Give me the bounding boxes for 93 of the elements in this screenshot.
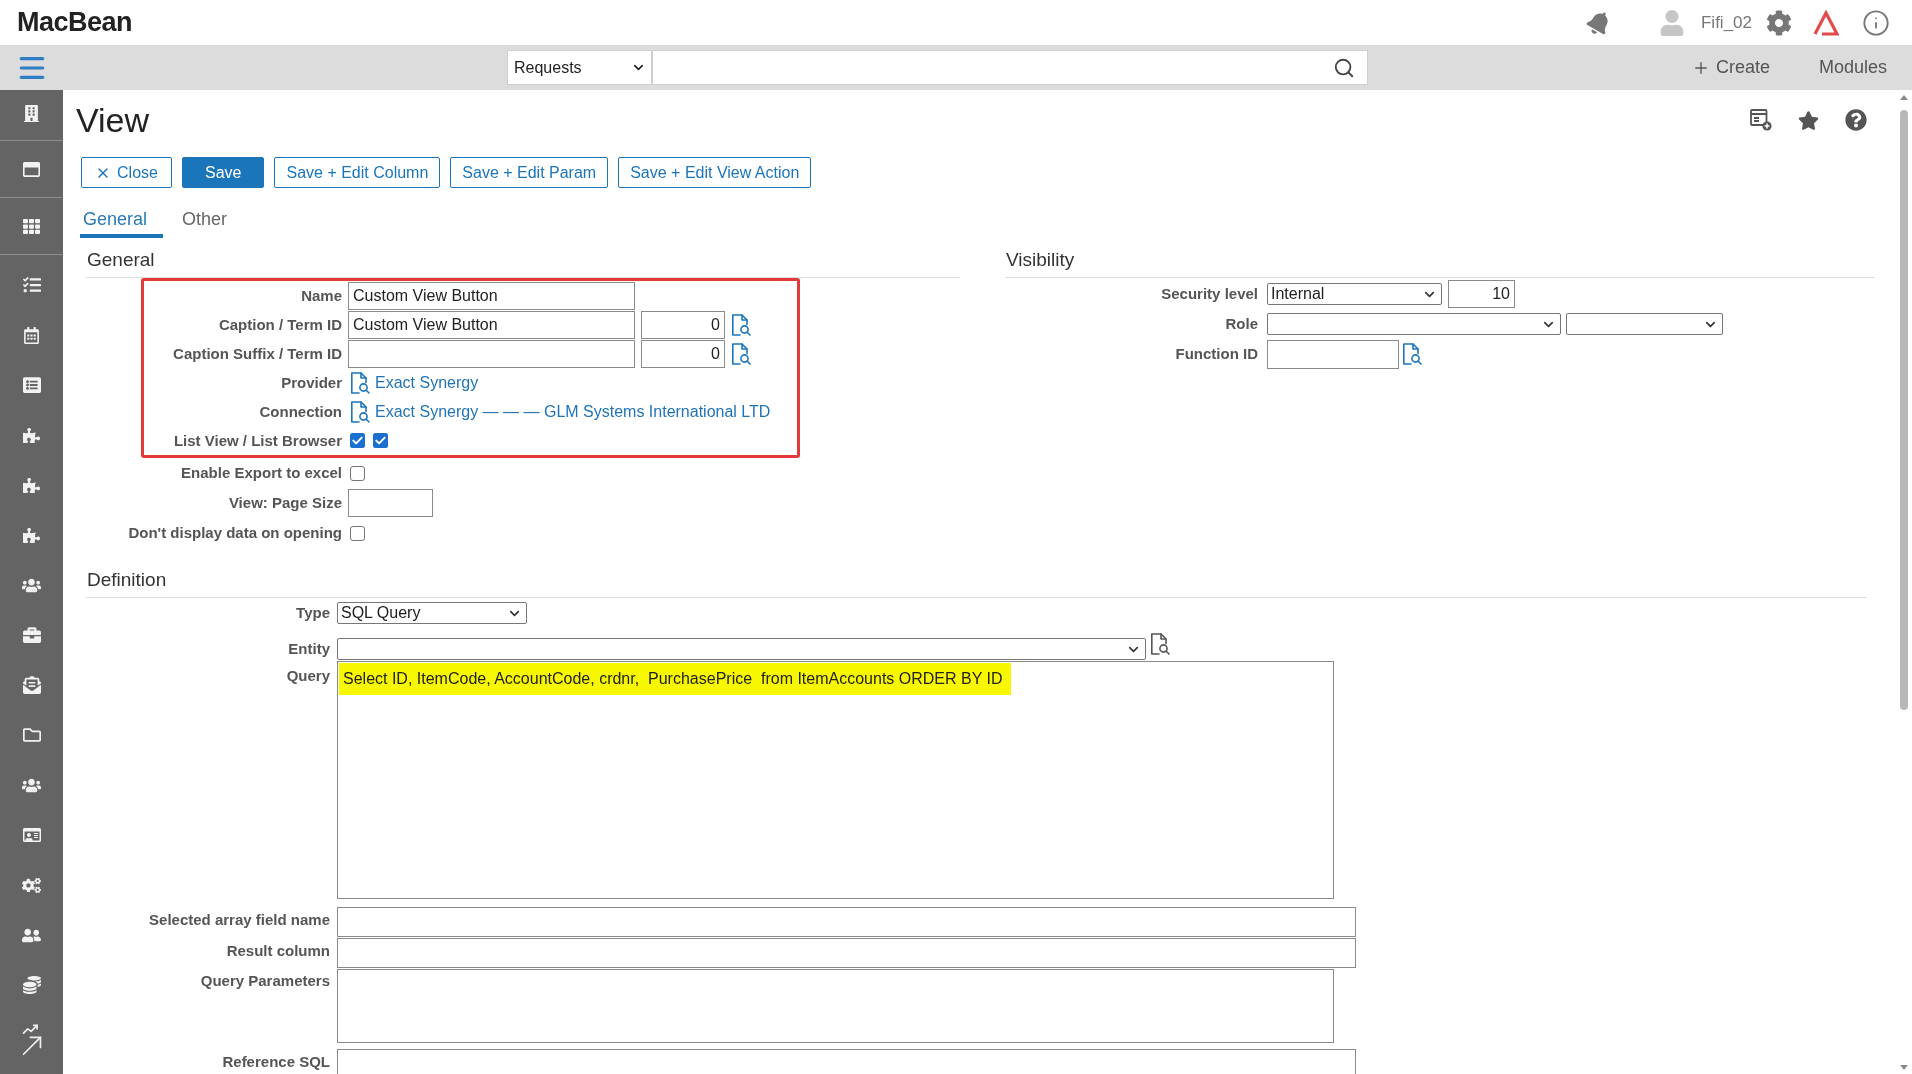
puzzle-icon[interactable] xyxy=(23,526,40,544)
field-label: Name xyxy=(301,286,342,305)
action-button[interactable]: Save + Edit Param xyxy=(450,157,609,188)
info-icon[interactable] xyxy=(1862,8,1890,37)
field-label: Connection xyxy=(259,402,342,421)
id-card-icon[interactable] xyxy=(22,826,41,844)
document-search-icon[interactable] xyxy=(731,342,751,365)
window-plus-icon[interactable] xyxy=(1750,109,1772,131)
field-label: Result column xyxy=(226,942,330,960)
field-label: List View / List Browser xyxy=(173,431,342,450)
create-link[interactable]: Create xyxy=(1691,54,1770,81)
search-icon[interactable] xyxy=(1333,56,1355,79)
user-name[interactable]: Fifi_02 xyxy=(1700,9,1752,36)
text-field[interactable] xyxy=(348,339,635,368)
field-label: Caption Suffix / Term ID xyxy=(173,344,342,363)
section-title: Visibility xyxy=(1006,247,1075,272)
link[interactable]: Exact Synergy — — — GLM Systems International LTD xyxy=(375,399,771,424)
chart-arrow-icon[interactable] xyxy=(20,1022,43,1056)
text-field[interactable] xyxy=(348,489,433,517)
close-button[interactable]: Close xyxy=(81,157,172,188)
section-title: Definition xyxy=(87,567,167,592)
checkbox[interactable] xyxy=(350,433,365,448)
envelope-icon[interactable] xyxy=(22,676,41,694)
field-label: Type xyxy=(296,604,330,622)
text-field[interactable] xyxy=(337,1049,1356,1074)
save-button[interactable]: Save xyxy=(182,157,265,188)
field-label: View: Page Size xyxy=(228,494,342,512)
scrollbar-thumb[interactable] xyxy=(1899,110,1908,710)
text-field[interactable]: 0 xyxy=(641,310,725,339)
checkbox[interactable] xyxy=(373,433,388,448)
field-label: Reference SQL xyxy=(222,1053,330,1071)
triangle-logo-icon[interactable] xyxy=(1813,9,1839,36)
gears-icon[interactable] xyxy=(22,875,41,895)
field-label: Security level xyxy=(1161,285,1258,303)
field-label: Selected array field name xyxy=(149,911,330,929)
scroll-down-icon[interactable] xyxy=(1899,1065,1908,1070)
help-icon[interactable] xyxy=(1845,109,1867,131)
dropdown[interactable]: Internal xyxy=(1267,283,1442,305)
settings-icon[interactable] xyxy=(1766,9,1792,36)
link[interactable]: Exact Synergy xyxy=(375,370,479,395)
section-title: General xyxy=(87,247,155,272)
document-search-icon[interactable] xyxy=(731,313,751,336)
document-search-icon[interactable] xyxy=(1150,633,1170,655)
checklist-icon[interactable] xyxy=(22,276,41,294)
query-text-area[interactable]: Select ID, ItemCode, AccountCode, crdnr, PurchasePrice from ItemAccounts ORDER BY ID xyxy=(337,661,1334,899)
text-field[interactable] xyxy=(337,907,1356,937)
star-icon[interactable] xyxy=(1798,109,1819,131)
field-label: Role xyxy=(1225,315,1258,333)
highlighted-query-text: Select ID, ItemCode, AccountCode, crdnr, PurchasePrice from ItemAccounts ORDER BY ID xyxy=(339,663,1011,695)
checkbox[interactable] xyxy=(350,525,365,541)
folder-icon[interactable] xyxy=(22,726,41,744)
text-field[interactable]: 10 xyxy=(1448,280,1515,308)
coins-icon[interactable] xyxy=(22,976,41,994)
field-label: Function ID xyxy=(1175,345,1258,363)
text-field[interactable] xyxy=(337,938,1356,968)
document-search-icon[interactable] xyxy=(350,400,370,423)
field-label: Provider xyxy=(281,373,342,392)
puzzle-icon[interactable] xyxy=(23,426,40,444)
text-field[interactable] xyxy=(1267,339,1399,369)
grid-icon[interactable] xyxy=(23,217,40,235)
dropdown[interactable] xyxy=(1267,313,1561,335)
text-field[interactable]: Custom View Button xyxy=(348,281,635,310)
puzzle-icon[interactable] xyxy=(23,476,40,494)
field-label: Entity xyxy=(288,640,330,658)
field-label: Query Parameters xyxy=(200,972,330,990)
tab[interactable]: Other xyxy=(179,205,244,238)
document-search-icon[interactable] xyxy=(350,371,370,394)
dropdown[interactable]: SQL Query xyxy=(337,602,527,624)
calendar-icon[interactable] xyxy=(23,326,40,344)
field-label: Caption / Term ID xyxy=(218,315,342,334)
field-label: Don't display data on opening xyxy=(128,524,342,542)
tab[interactable]: General xyxy=(80,205,164,238)
window-icon[interactable] xyxy=(23,160,40,178)
action-button[interactable]: Save + Edit View Action xyxy=(618,157,812,188)
action-button[interactable]: Save + Edit Column xyxy=(274,157,441,188)
checkbox[interactable] xyxy=(350,465,365,481)
field-label: Query xyxy=(286,667,330,685)
list-icon[interactable] xyxy=(22,376,41,394)
search-scope-dropdown[interactable]: Requests xyxy=(507,50,652,85)
dropdown[interactable] xyxy=(337,638,1146,660)
document-search-icon[interactable] xyxy=(1402,343,1422,365)
scroll-up-icon[interactable] xyxy=(1899,95,1908,100)
text-field[interactable]: Custom View Button xyxy=(348,310,635,339)
briefcase-icon[interactable] xyxy=(22,626,41,644)
text-area[interactable] xyxy=(337,969,1334,1043)
app-name: MacBean xyxy=(17,6,133,40)
search-field[interactable] xyxy=(652,50,1368,85)
text-field[interactable]: 0 xyxy=(641,339,725,368)
building-icon[interactable] xyxy=(23,104,40,122)
page-title: View xyxy=(76,100,150,140)
field-label: Enable Export to excel xyxy=(181,464,342,482)
dropdown[interactable] xyxy=(1566,313,1723,335)
modules-link[interactable]: Modules xyxy=(1818,54,1887,81)
